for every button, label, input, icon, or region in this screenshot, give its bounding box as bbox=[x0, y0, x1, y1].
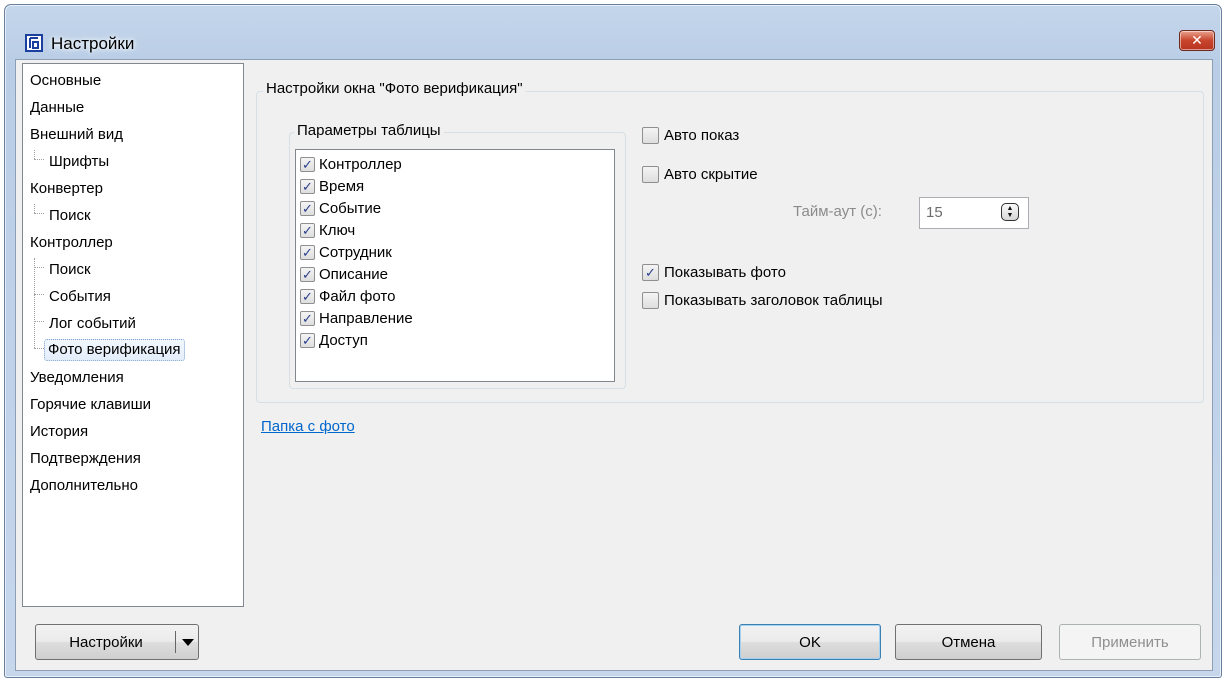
table-params-title: Параметры таблицы bbox=[294, 122, 444, 139]
checkbox-icon[interactable]: ✓ bbox=[300, 332, 315, 348]
tree-connector bbox=[34, 213, 44, 214]
column-label: Сотрудник bbox=[319, 243, 392, 261]
checkbox-icon[interactable]: ✓ bbox=[300, 178, 315, 194]
column-item-access[interactable]: ✓ Доступ bbox=[300, 329, 368, 351]
tree-connector bbox=[34, 204, 35, 213]
checkbox-icon[interactable]: ✓ bbox=[300, 310, 315, 326]
sidebar-item-photo-verification[interactable]: Фото верификация bbox=[44, 339, 185, 361]
show-table-header-label: Показывать заголовок таблицы bbox=[664, 291, 883, 309]
checkbox-icon[interactable]: ✓ bbox=[300, 200, 315, 216]
column-label: Время bbox=[319, 177, 365, 195]
checkbox-icon[interactable]: ✓ bbox=[300, 244, 315, 260]
timeout-label: Тайм-аут (с): bbox=[793, 203, 882, 220]
auto-hide-label: Авто скрытие bbox=[664, 165, 758, 183]
ok-button[interactable]: OK bbox=[739, 624, 881, 660]
column-item-direction[interactable]: ✓ Направление bbox=[300, 307, 413, 329]
settings-window: Настройки ✕ Основные Данные Внешний вид … bbox=[4, 4, 1222, 678]
settings-button-label[interactable]: Настройки bbox=[36, 634, 176, 651]
sidebar-item-appearance[interactable]: Внешний вид bbox=[27, 124, 126, 146]
column-label: Ключ bbox=[319, 221, 356, 239]
checkbox-icon[interactable]: ✓ bbox=[300, 288, 315, 304]
photo-folder-link[interactable]: Папка с фото bbox=[261, 418, 355, 435]
sidebar-item-notifications[interactable]: Уведомления bbox=[27, 367, 127, 389]
show-table-header-option[interactable]: Показывать заголовок таблицы bbox=[642, 289, 883, 311]
sidebar-item-converter[interactable]: Конвертер bbox=[27, 178, 106, 200]
sidebar-item-data[interactable]: Данные bbox=[27, 97, 87, 119]
sidebar-item-controller[interactable]: Контроллер bbox=[27, 232, 116, 254]
show-photo-label: Показывать фото bbox=[664, 263, 786, 281]
column-item-employee[interactable]: ✓ Сотрудник bbox=[300, 241, 392, 263]
spin-down-icon[interactable]: ▼ bbox=[1007, 212, 1014, 219]
column-label: Событие bbox=[319, 199, 382, 217]
tree-connector bbox=[34, 321, 44, 322]
tree-connector bbox=[34, 348, 44, 349]
columns-checklist[interactable]: ✓ Контроллер ✓ Время ✓ Событие ✓ Ключ ✓ bbox=[295, 149, 615, 382]
split-divider bbox=[175, 631, 176, 653]
title-bar[interactable]: Настройки ✕ bbox=[5, 5, 1221, 59]
column-label: Направление bbox=[319, 309, 413, 327]
column-item-controller[interactable]: ✓ Контроллер bbox=[300, 153, 402, 175]
auto-show-checkbox[interactable] bbox=[642, 126, 659, 144]
sidebar-item-history[interactable]: История bbox=[27, 421, 91, 443]
sidebar-item-advanced[interactable]: Дополнительно bbox=[27, 475, 141, 497]
timeout-spinner[interactable]: ▲ ▼ bbox=[1001, 203, 1019, 221]
column-label: Описание bbox=[319, 265, 389, 283]
settings-tree[interactable]: Основные Данные Внешний вид Шрифты Конве… bbox=[22, 63, 244, 607]
cancel-button[interactable]: Отмена bbox=[895, 624, 1042, 660]
column-label: Контроллер bbox=[319, 155, 402, 173]
window-title: Настройки bbox=[51, 34, 135, 53]
column-item-event[interactable]: ✓ Событие bbox=[300, 197, 381, 219]
close-icon: ✕ bbox=[1191, 32, 1203, 48]
tree-connector bbox=[34, 267, 44, 268]
close-button[interactable]: ✕ bbox=[1179, 30, 1215, 51]
column-item-key[interactable]: ✓ Ключ bbox=[300, 219, 355, 241]
dialog-button-bar: Настройки OK Отмена Применить bbox=[16, 612, 1212, 670]
client-area: Основные Данные Внешний вид Шрифты Конве… bbox=[15, 59, 1213, 671]
sidebar-item-event-log[interactable]: Лог событий bbox=[46, 313, 139, 335]
sidebar-item-controller-search[interactable]: Поиск bbox=[46, 259, 94, 281]
show-table-header-checkbox[interactable] bbox=[642, 291, 659, 309]
checkbox-icon[interactable]: ✓ bbox=[300, 266, 315, 282]
tree-connector bbox=[34, 159, 44, 160]
checkbox-icon[interactable]: ✓ bbox=[300, 222, 315, 238]
auto-hide-option[interactable]: Авто скрытие bbox=[642, 163, 758, 185]
checkbox-icon[interactable]: ✓ bbox=[300, 156, 315, 172]
column-label: Доступ bbox=[319, 331, 368, 349]
chevron-down-icon[interactable] bbox=[182, 639, 194, 646]
tree-connector bbox=[34, 294, 44, 295]
sidebar-item-general[interactable]: Основные bbox=[27, 70, 104, 92]
column-item-description[interactable]: ✓ Описание bbox=[300, 263, 388, 285]
show-photo-checkbox[interactable]: ✓ bbox=[642, 263, 659, 281]
group-title: Настройки окна "Фото верификация" bbox=[263, 80, 526, 97]
sidebar-item-events[interactable]: События bbox=[46, 286, 114, 308]
tree-connector bbox=[34, 258, 35, 348]
tree-connector bbox=[34, 150, 35, 159]
sidebar-item-fonts[interactable]: Шрифты bbox=[46, 151, 112, 173]
settings-split-button[interactable]: Настройки bbox=[35, 624, 199, 660]
apply-button[interactable]: Применить bbox=[1059, 624, 1201, 660]
auto-show-option[interactable]: Авто показ bbox=[642, 124, 739, 146]
column-label: Файл фото bbox=[319, 287, 396, 305]
settings-panel: Настройки окна "Фото верификация" Параме… bbox=[252, 60, 1212, 610]
app-logo-icon bbox=[25, 34, 43, 52]
sidebar-item-hotkeys[interactable]: Горячие клавиши bbox=[27, 394, 154, 416]
column-item-time[interactable]: ✓ Время bbox=[300, 175, 364, 197]
sidebar-item-confirmations[interactable]: Подтверждения bbox=[27, 448, 144, 470]
column-item-photo-file[interactable]: ✓ Файл фото bbox=[300, 285, 395, 307]
auto-hide-checkbox[interactable] bbox=[642, 165, 659, 183]
sidebar-item-converter-search[interactable]: Поиск bbox=[46, 205, 94, 227]
show-photo-option[interactable]: ✓ Показывать фото bbox=[642, 261, 786, 283]
spin-up-icon[interactable]: ▲ bbox=[1007, 205, 1014, 212]
auto-show-label: Авто показ bbox=[664, 126, 740, 144]
